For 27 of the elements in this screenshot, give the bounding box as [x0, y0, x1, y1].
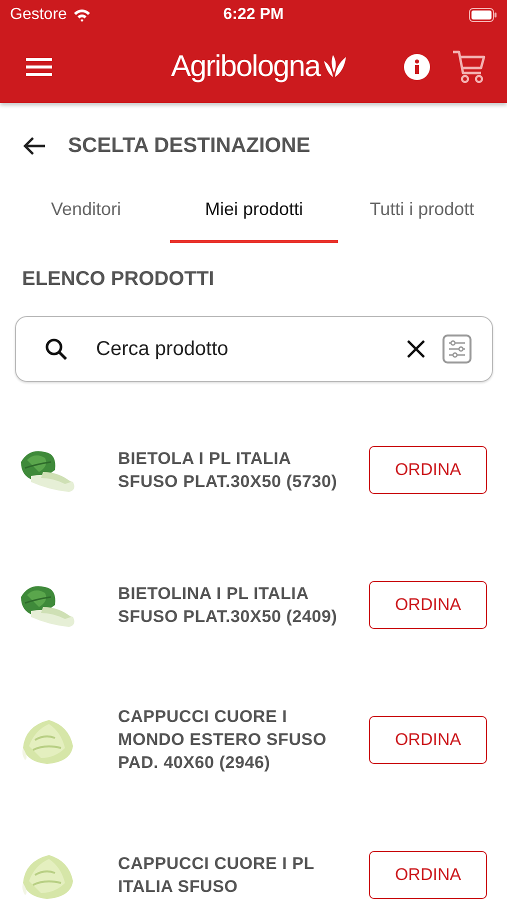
tab[interactable]: Venditori — [2, 179, 170, 243]
order-button[interactable]: ORDINA — [369, 446, 487, 494]
page-title: SCELTA DESTINAZIONE — [68, 134, 310, 158]
search-icon — [44, 337, 68, 361]
wifi-icon — [72, 8, 91, 22]
carrier-name: Gestore — [10, 6, 67, 24]
filter-icon[interactable] — [442, 334, 472, 364]
close-icon[interactable] — [406, 339, 426, 359]
product-name: BIETOLA I PL ITALIA SFUSO PLAT.30X50 (5730) — [118, 448, 338, 492]
order-button[interactable]: ORDINA — [369, 580, 487, 628]
search-field[interactable]: Cerca prodotto — [84, 336, 390, 362]
menu-icon[interactable] — [26, 56, 52, 76]
back-arrow-icon[interactable] — [22, 136, 46, 156]
order-button[interactable]: ORDINA — [369, 716, 487, 764]
cart-icon[interactable] — [451, 48, 487, 84]
tab[interactable]: Miei prodotti — [170, 179, 338, 243]
logo-text: Agribologna — [170, 50, 320, 84]
section-title: ELENCO PRODOTTI — [21, 267, 216, 291]
product-name: CAPPUCCI CUORE I MONDO ESTERO SFUSO PAD. 40X60 (2946) — [118, 706, 328, 774]
product-name: BIETOLINA I PL ITALIA SFUSO PLAT.30X50 (2409) — [118, 582, 338, 628]
tab[interactable]: Tutti i prodott — [338, 179, 506, 243]
status-time: 6:22 PM — [223, 6, 284, 24]
battery-icon — [469, 8, 497, 22]
leaf-icon — [322, 54, 348, 78]
product-name: CAPPUCCI CUORE I PL ITALIA SFUSO — [118, 852, 316, 898]
info-icon[interactable] — [403, 52, 431, 80]
order-button[interactable]: ORDINA — [369, 850, 487, 898]
